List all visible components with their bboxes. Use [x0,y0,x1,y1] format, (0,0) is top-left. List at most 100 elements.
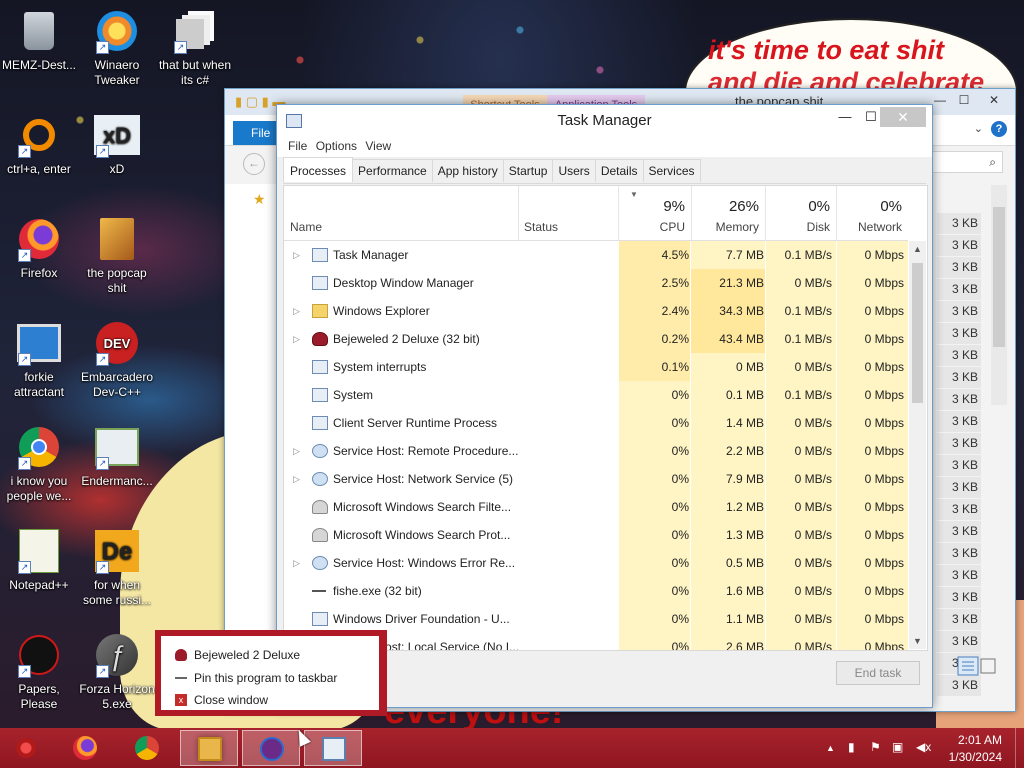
desktop-icon[interactable]: ↗ Endermanc... [78,424,156,489]
expand-chevron-icon[interactable]: ▷ [293,437,300,465]
process-row[interactable]: Desktop Window Manager 2.5% 21.3 MB 0 MB/s 0… [284,269,908,297]
column-network[interactable]: 0% Network [836,186,908,240]
expand-chevron-icon[interactable]: ▷ [293,325,300,353]
desktop-icon[interactable]: DEV ↗ Embarcadero Dev-C++ [78,320,156,400]
jump-item-pin[interactable]: Pin this program to taskbar [161,667,379,689]
tab-users[interactable]: Users [552,159,596,182]
process-disk: 0 MB/s [794,556,832,570]
jump-item-bejeweled[interactable]: Bejeweled 2 Deluxe [161,644,379,666]
desktop-icon[interactable]: ƒ ↗ Forza Horizon 5.exe [78,632,156,712]
start-button[interactable] [6,734,46,764]
maximize-button[interactable]: ☐ [949,89,979,111]
tab-app-history[interactable]: App history [431,159,504,182]
process-row[interactable]: ▷ Service Host: Network Service (5) 0% 7.9 … [284,465,908,493]
expand-chevron-icon[interactable]: ▷ [293,241,300,269]
desktop-icon[interactable]: ↗ Notepad++ [0,528,78,593]
scrollbar-thumb[interactable] [993,207,1005,347]
process-network: 0 Mbps [864,304,904,318]
details-view-icon[interactable] [957,655,999,679]
desktop-icon[interactable]: MEMZ-Dest... [0,8,78,73]
desktop-icon[interactable]: ↗ that but when its c# [156,8,234,88]
clock-time[interactable]: 2:01 AM [958,733,1002,747]
tab-performance[interactable]: Performance [352,159,433,182]
minimize-button[interactable]: — [831,107,859,127]
desktop-icon[interactable]: the popcap shit [78,216,156,296]
close-button[interactable]: ✕ [880,107,926,127]
process-row[interactable]: Microsoft Windows Search Prot... 0% 1.3 MB… [284,521,908,549]
scroll-down-icon[interactable]: ▼ [909,633,926,649]
menu-options[interactable]: Options [316,135,362,153]
desktop-icon-label: Forza Horizon 5.exe [79,682,155,711]
expand-chevron-icon[interactable]: ▷ [293,549,300,577]
column-status[interactable]: Status [518,186,618,240]
column-memory[interactable]: 26% Memory [691,186,765,240]
process-row[interactable]: System 0% 0.1 MB 0.1 MB/s 0 Mbps [284,381,908,409]
task-manager-window[interactable]: Task Manager — ☐ ✕ File Options View Pro… [276,104,933,708]
keyboard-icon[interactable]: ▮ [848,740,855,754]
process-row[interactable]: System interrupts 0.1% 0 MB 0 MB/s 0 Mbps [284,353,908,381]
desktop-icon[interactable]: ↗ ctrl+a, enter [0,112,78,177]
show-hidden-icons-icon[interactable]: ▲ [826,743,835,753]
process-row[interactable]: ▷ Windows Explorer 2.4% 34.3 MB 0.1 MB/s 0 Mb… [284,297,908,325]
scroll-up-icon[interactable]: ▲ [909,241,926,257]
desktop-icon[interactable]: ↗ Firefox [0,216,78,281]
process-row[interactable]: ▷ Task Manager 4.5% 7.7 MB 0.1 MB/s 0 Mbps [284,241,908,269]
jump-item-close-window[interactable]: x Close window [161,689,379,711]
back-arrow-icon[interactable]: ← [243,153,265,175]
clock-date[interactable]: 1/30/2024 [949,750,1002,764]
desktop-icon[interactable]: ↗ Winaero Tweaker [78,8,156,88]
expand-chevron-icon[interactable]: ▷ [293,465,300,493]
file-size-cell: 3 KB [937,411,981,433]
process-memory: 1.3 MB [725,528,764,542]
process-row[interactable]: ▷ Service Host: Remote Procedure... 0% 2.2 … [284,437,908,465]
close-button[interactable]: ✕ [979,89,1009,111]
taskbar-task-manager[interactable] [304,730,362,766]
process-row[interactable]: ▷ Bejeweled 2 Deluxe (32 bit) 0.2% 43.4 MB 0… [284,325,908,353]
taskbar-bejeweled[interactable] [242,730,300,766]
desktop-icon[interactable]: ↗ Papers, Please [0,632,78,712]
process-cpu: 0% [671,528,689,542]
column-disk[interactable]: 0% Disk [765,186,836,240]
task-manager-titlebar[interactable]: Task Manager — ☐ ✕ [277,105,932,135]
process-row[interactable]: fishe.exe (32 bit) 0% 1.6 MB 0 MB/s 0 Mbps [284,577,908,605]
desktop-icon-label: Firefox [20,266,58,280]
process-row[interactable]: ▷ Service Host: Windows Error Re... 0% 0.5 … [284,549,908,577]
process-row[interactable]: Client Server Runtime Process 0% 1.4 MB 0 M… [284,409,908,437]
help-icon[interactable]: ? [991,121,1007,137]
expand-chevron-icon[interactable]: ▷ [293,297,300,325]
search-icon[interactable]: ⌕ [923,151,1003,173]
tab-details[interactable]: Details [594,159,644,182]
network-icon[interactable]: ▣ [892,740,903,754]
column-name[interactable]: Name [284,186,518,240]
desktop-icon[interactable]: De ↗ for when some russi... [78,528,156,608]
menu-view[interactable]: View [365,135,396,153]
taskbar-firefox[interactable] [56,730,114,766]
file-size-cell: 3 KB [937,279,981,301]
process-row[interactable]: Microsoft Windows Search Filte... 0% 1.2 M… [284,493,908,521]
tab-processes[interactable]: Processes [283,157,354,182]
scrollbar-thumb[interactable] [912,263,923,403]
menu-file[interactable]: File [277,135,312,153]
shortcut-arrow-icon: ↗ [18,665,31,678]
desktop-icon[interactable]: ↗ i know you people we... [0,424,78,504]
end-task-button[interactable]: End task [836,661,920,685]
process-memory: 2.6 MB [725,640,764,651]
column-cpu[interactable]: 9% CPU [618,186,691,240]
process-memory: 1.2 MB [725,500,764,514]
chevron-down-icon[interactable]: ⌄ [974,122,983,135]
volume-muted-icon[interactable]: ◀x [916,740,931,754]
desktop-icon[interactable]: xD ↗ xD [78,112,156,177]
favorites-star-icon[interactable]: ★ [253,191,266,208]
gear-icon [312,444,328,458]
tab-services[interactable]: Services [642,159,701,182]
process-row[interactable]: Windows Driver Foundation - U... 0% 1.1 MB… [284,605,908,633]
explorer-scrollbar[interactable] [991,185,1007,405]
show-desktop-button[interactable] [1015,728,1024,768]
tab-startup[interactable]: Startup [502,159,554,182]
taskbar-file-explorer[interactable] [180,730,238,766]
process-list-scrollbar[interactable]: ▲ ▼ [909,241,926,649]
action-center-flag-icon[interactable]: ⚑ [870,740,881,754]
taskbar-chrome[interactable] [118,730,176,766]
desktop-icon[interactable]: ↗ forkie attractant [0,320,78,400]
process-cpu: 2.4% [661,304,689,318]
